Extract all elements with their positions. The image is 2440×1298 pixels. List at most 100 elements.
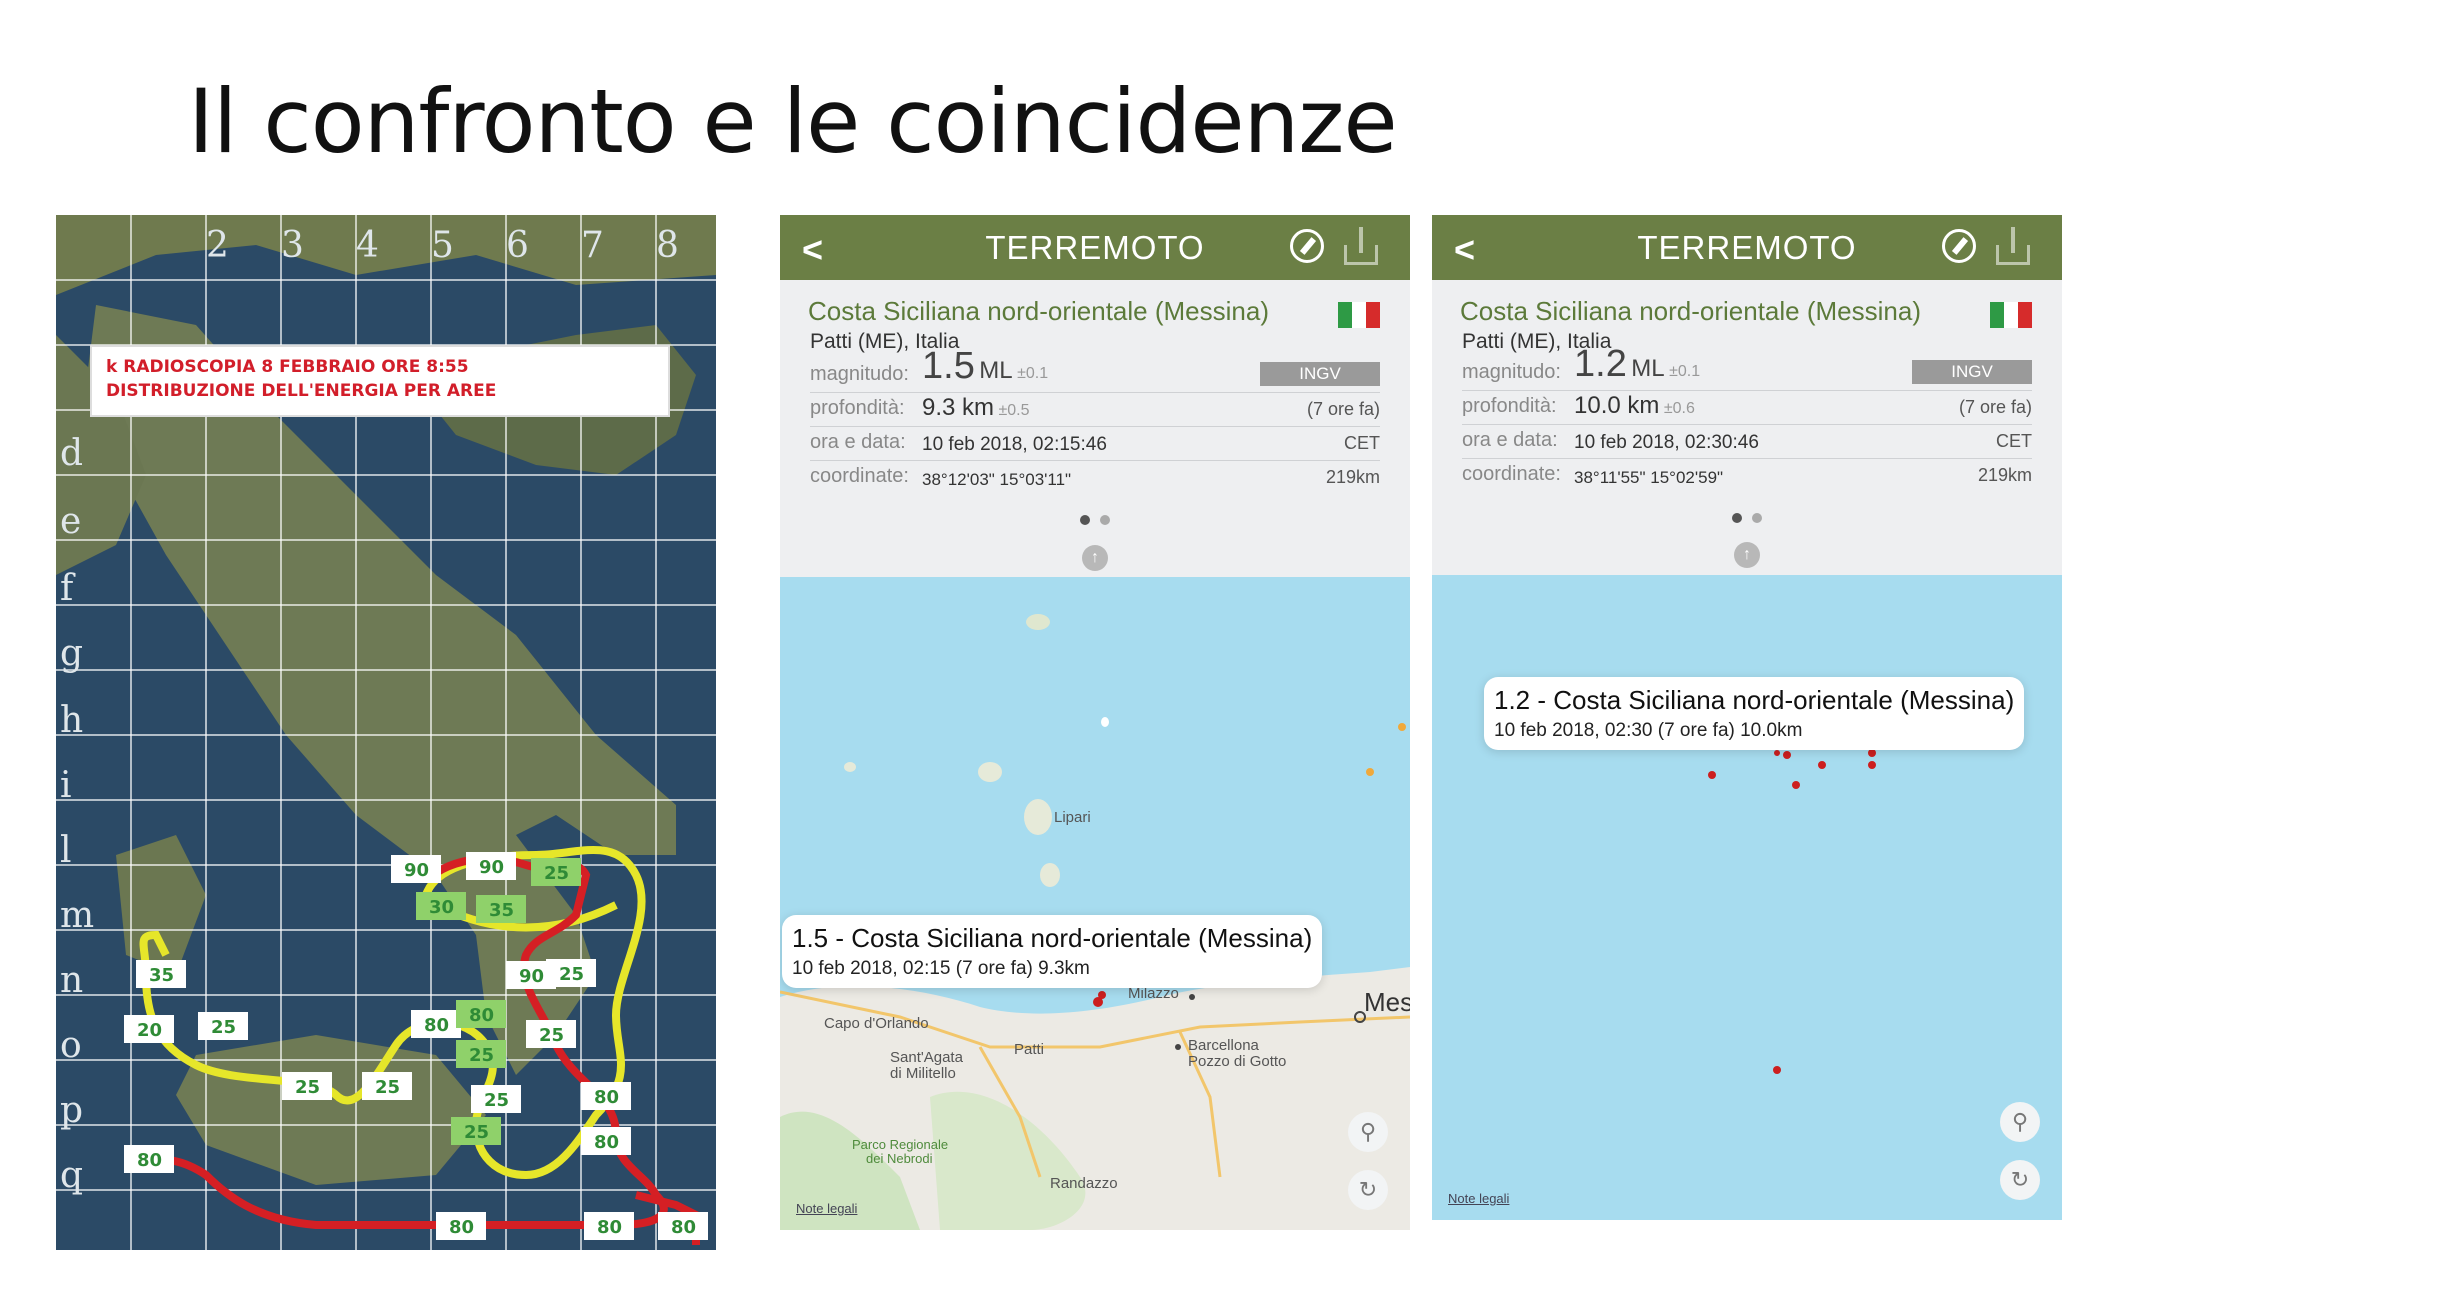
depth-row: profondità: 10.0 km ±0.6 (7 ore fa) bbox=[1462, 390, 2032, 425]
area-value: 80 bbox=[424, 1015, 449, 1036]
area-value: 25 bbox=[484, 1090, 509, 1111]
area-value: 25 bbox=[375, 1077, 400, 1098]
column-label: 5 bbox=[431, 225, 454, 266]
coordinates-value: 38°12'03" 15°03'11" bbox=[922, 470, 1072, 489]
share-icon[interactable] bbox=[1996, 227, 2030, 265]
row-label: n bbox=[60, 960, 83, 1001]
time-ago: (7 ore fa) bbox=[1958, 397, 2032, 417]
area-value: 25 bbox=[211, 1017, 236, 1038]
legal-notes-link[interactable]: Note legali bbox=[796, 1201, 857, 1216]
row-label: d bbox=[60, 433, 83, 474]
area-value: 20 bbox=[137, 1020, 162, 1041]
coordinates-value: 38°11'55" 15°02'59" bbox=[1574, 468, 1724, 487]
datetime-value: 10 feb 2018, 02:30:46 bbox=[1574, 432, 1759, 453]
area-value: 35 bbox=[489, 900, 514, 921]
quake-info: Costa Siciliana nord-orientale (Messina)… bbox=[1432, 280, 2062, 575]
datetime-row: ora e data: 10 feb 2018, 02:30:46 CET bbox=[1462, 424, 2032, 459]
area-value: 80 bbox=[469, 1005, 494, 1026]
map-label: Lipari bbox=[1054, 809, 1091, 826]
distance: 219km bbox=[1325, 467, 1380, 487]
column-label: 8 bbox=[656, 225, 679, 266]
column-label: 7 bbox=[581, 225, 604, 266]
area-value: 90 bbox=[404, 860, 429, 881]
italy-flag-icon bbox=[1990, 302, 2032, 328]
area-value: 90 bbox=[479, 857, 504, 878]
map-label: Patti bbox=[1014, 1041, 1045, 1058]
map-label: Parco Regionale bbox=[852, 1137, 949, 1152]
map-view[interactable]: Lipari Milazzo Capo d'Orlando Patti Sant… bbox=[780, 577, 1410, 1230]
refresh-icon[interactable]: ↻ bbox=[1348, 1170, 1388, 1210]
depth-value: 9.3 km bbox=[922, 394, 995, 421]
row-label: q bbox=[60, 1155, 83, 1196]
map-label: Pozzo di Gotto bbox=[1188, 1053, 1287, 1070]
time-ago: (7 ore fa) bbox=[1306, 399, 1380, 419]
map-label: Mes bbox=[1364, 987, 1410, 1017]
area-value: 25 bbox=[539, 1025, 564, 1046]
agency-badge: INGV bbox=[1912, 360, 2032, 384]
depth-row: profondità: 9.3 km ±0.5 (7 ore fa) bbox=[810, 392, 1380, 427]
datetime-row: ora e data: 10 feb 2018, 02:15:46 CET bbox=[810, 426, 1380, 461]
row-label: h bbox=[60, 700, 83, 741]
depth-value: 10.0 km bbox=[1574, 392, 1660, 419]
magnitude-row: magnitudo: 1.5 ML ±0.1 INGV bbox=[810, 345, 1380, 393]
legal-notes-link[interactable]: Note legali bbox=[1448, 1191, 1509, 1206]
row-label: m bbox=[60, 895, 94, 936]
row-label: l bbox=[60, 830, 72, 871]
area-value: 80 bbox=[671, 1217, 696, 1238]
map-label: dei Nebrodi bbox=[866, 1151, 933, 1166]
timezone: CET bbox=[1344, 433, 1380, 453]
arrow-up-icon[interactable]: ↑ bbox=[1734, 542, 1760, 568]
area-value: 25 bbox=[544, 863, 569, 884]
refresh-icon[interactable]: ↻ bbox=[2000, 1160, 2040, 1200]
agency-badge: INGV bbox=[1260, 362, 1380, 386]
nav-bar: < TERREMOTO bbox=[780, 215, 1410, 280]
radioscopy-caption: k RADIOSCOPIA 8 FEBBRAIO ORE 8:55 DISTRI… bbox=[90, 345, 670, 417]
compass-icon[interactable] bbox=[1942, 229, 1976, 263]
map-label: Capo d'Orlando bbox=[824, 1015, 929, 1032]
location-icon[interactable]: ⚲ bbox=[2000, 1102, 2040, 1142]
area-value: 80 bbox=[137, 1150, 162, 1171]
row-label: e bbox=[60, 501, 81, 542]
coordinates-row: coordinate: 38°12'03" 15°03'11" 219km bbox=[810, 465, 1380, 489]
area-value: 80 bbox=[594, 1087, 619, 1108]
area-value: 30 bbox=[429, 897, 454, 918]
radioscopy-map: 2 3 4 5 6 7 8 d e f g h i l m n o p q 90 bbox=[56, 215, 716, 1250]
row-label: i bbox=[60, 765, 72, 806]
map-view[interactable]: 1.2 - Costa Siciliana nord-orientale (Me… bbox=[1432, 575, 2062, 1220]
area-value: 80 bbox=[449, 1217, 474, 1238]
nav-bar: < TERREMOTO bbox=[1432, 215, 2062, 280]
area-value: 80 bbox=[597, 1217, 622, 1238]
page-dots[interactable] bbox=[780, 512, 1410, 530]
area-value: 80 bbox=[594, 1132, 619, 1153]
row-label: p bbox=[60, 1090, 83, 1131]
place-title: Costa Siciliana nord-orientale (Messina) bbox=[1460, 296, 1921, 326]
earthquake-app-panel-2: < TERREMOTO Costa Siciliana nord-orienta… bbox=[1432, 215, 2062, 1220]
area-value: 35 bbox=[149, 965, 174, 986]
map-label: Randazzo bbox=[1050, 1175, 1118, 1192]
share-icon[interactable] bbox=[1344, 227, 1378, 265]
arrow-up-icon[interactable]: ↑ bbox=[1082, 545, 1108, 571]
magnitude-value: 1.5 bbox=[922, 345, 975, 387]
compass-icon[interactable] bbox=[1290, 229, 1324, 263]
place-title: Costa Siciliana nord-orientale (Messina) bbox=[808, 296, 1269, 326]
map-label: Barcellona bbox=[1188, 1037, 1259, 1054]
magnitude-value: 1.2 bbox=[1574, 343, 1627, 385]
coordinates-row: coordinate: 38°11'55" 15°02'59" 219km bbox=[1462, 463, 2032, 487]
column-label: 3 bbox=[281, 225, 304, 266]
area-value: 25 bbox=[464, 1122, 489, 1143]
area-value: 25 bbox=[559, 964, 584, 985]
quake-callout[interactable]: 1.2 - Costa Siciliana nord-orientale (Me… bbox=[1484, 677, 2025, 750]
map-label: di Militello bbox=[890, 1065, 956, 1082]
italy-flag-icon bbox=[1338, 302, 1380, 328]
earthquake-app-panel-1: < TERREMOTO Costa Siciliana nord-orienta… bbox=[780, 215, 1410, 1230]
magnitude-row: magnitudo: 1.2 ML ±0.1 INGV bbox=[1462, 343, 2032, 391]
column-label: 2 bbox=[206, 225, 229, 266]
row-label: o bbox=[60, 1025, 82, 1066]
quake-callout[interactable]: 1.5 - Costa Siciliana nord-orientale (Me… bbox=[782, 915, 1323, 988]
timezone: CET bbox=[1996, 431, 2032, 451]
datetime-value: 10 feb 2018, 02:15:46 bbox=[922, 434, 1107, 455]
page-dots[interactable] bbox=[1432, 510, 2062, 528]
area-value: 25 bbox=[295, 1077, 320, 1098]
distance: 219km bbox=[1977, 465, 2032, 485]
location-icon[interactable]: ⚲ bbox=[1348, 1112, 1388, 1152]
